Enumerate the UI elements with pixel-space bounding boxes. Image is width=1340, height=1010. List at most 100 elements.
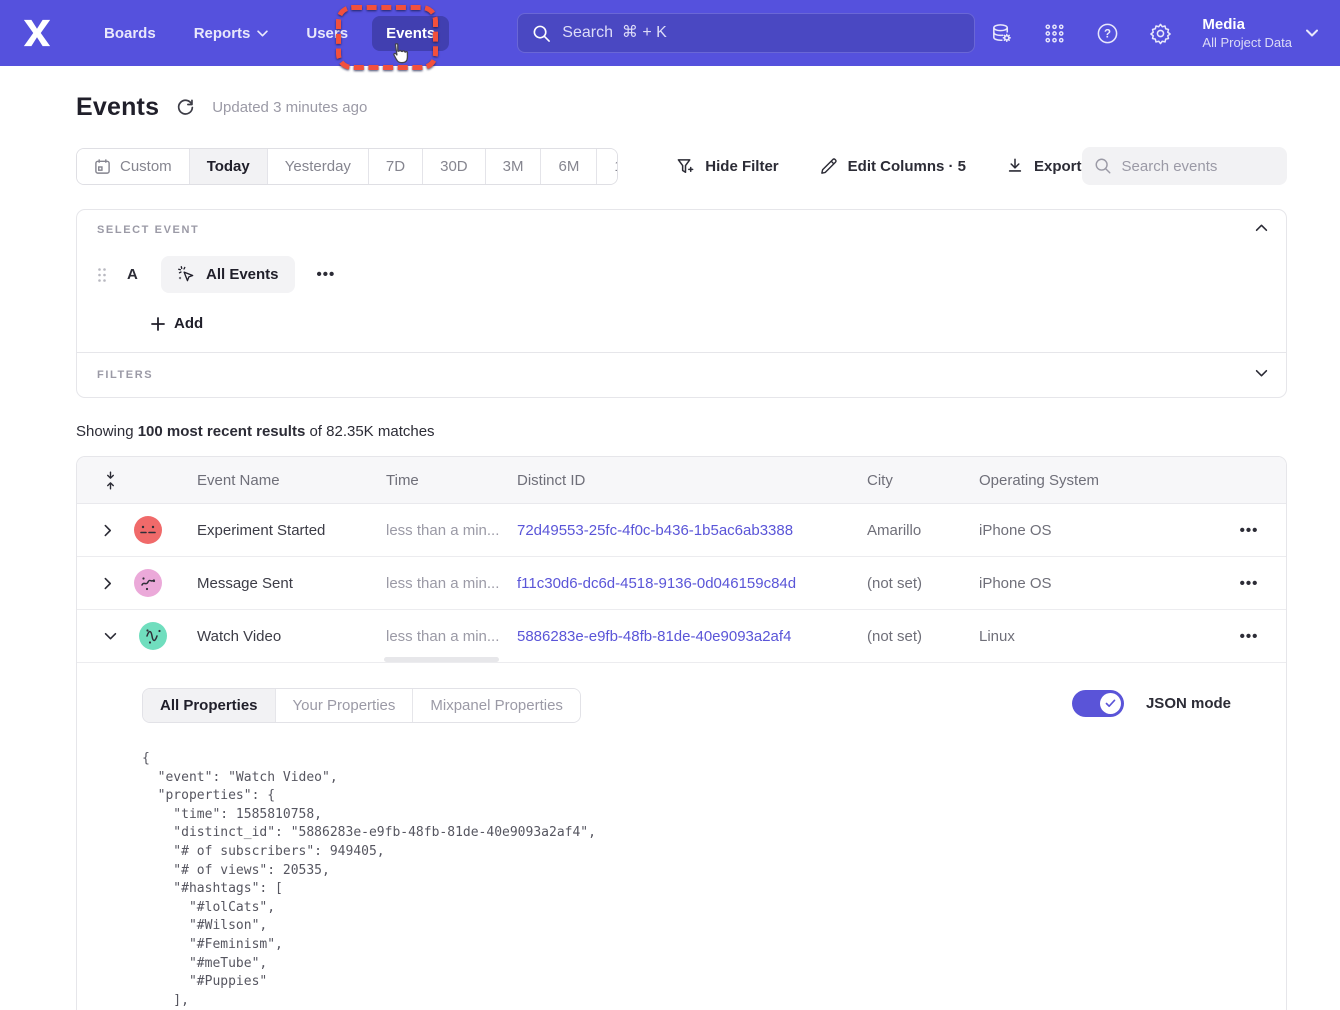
nav-item-reports[interactable]: Reports [180, 16, 283, 51]
row-more-options-icon[interactable]: ••• [1212, 628, 1286, 645]
chevron-down-icon[interactable] [1255, 369, 1268, 377]
tab-label: All Properties [160, 697, 258, 714]
project-scope: All Project Data [1202, 34, 1292, 51]
date-range-3m[interactable]: 3M [486, 149, 542, 184]
results-count: 100 most recent results [138, 423, 306, 440]
cell-event-name: Message Sent [197, 575, 386, 592]
cell-time: less than a min... [386, 522, 517, 539]
column-header-distinct-id[interactable]: Distinct ID [517, 472, 867, 489]
tab-your-properties[interactable]: Your Properties [276, 689, 414, 722]
column-header-time[interactable]: Time [386, 472, 517, 489]
event-json-viewer: { "event": "Watch Video", "properties": … [142, 750, 1266, 1010]
search-icon [532, 24, 551, 43]
cell-event-name: Experiment Started [197, 522, 386, 539]
settings-gear-icon[interactable] [1149, 22, 1172, 45]
add-event-button[interactable]: Add [151, 315, 203, 332]
date-range-6m[interactable]: 6M [541, 149, 597, 184]
page-title: Events [76, 93, 159, 122]
search-events-box[interactable] [1082, 147, 1287, 185]
edit-columns-label: Edit Columns · 5 [848, 158, 966, 175]
select-event-section: SELECT EVENT A [77, 210, 1286, 352]
tab-all-properties[interactable]: All Properties [143, 689, 276, 722]
cell-city: Amarillo [867, 522, 979, 539]
select-event-label: SELECT EVENT [97, 224, 1266, 236]
json-mode-toggle[interactable] [1072, 690, 1124, 717]
column-header-city[interactable]: City [867, 472, 979, 489]
event-row: A All Events ••• [97, 256, 1266, 293]
navbar-right: ? Media All Project Data [990, 15, 1318, 51]
date-range-yesterday[interactable]: Yesterday [268, 149, 369, 184]
mixpanel-logo-icon[interactable] [22, 18, 52, 48]
edit-columns-button[interactable]: Edit Columns · 5 [819, 157, 966, 176]
table-row-expanded[interactable]: Watch Video less than a min... 5886283e-… [77, 610, 1286, 663]
chevron-right-icon[interactable] [104, 524, 112, 537]
selected-event-label: All Events [206, 266, 279, 283]
hide-filter-button[interactable]: Hide Filter [676, 157, 778, 176]
row-more-options-icon[interactable]: ••• [1212, 522, 1286, 539]
table-row[interactable]: Message Sent less than a min... f11c30d6… [77, 557, 1286, 610]
top-navbar: Boards Reports Users Events [0, 0, 1340, 66]
cell-time: less than a min... [386, 628, 517, 645]
cell-distinct-id[interactable]: f11c30d6-dc6d-4518-9136-0d046159c84d [517, 575, 867, 592]
refresh-icon[interactable] [176, 98, 195, 117]
date-range-today[interactable]: Today [190, 149, 268, 184]
project-name: Media [1202, 15, 1292, 34]
nav-item-events[interactable]: Events [372, 16, 449, 51]
tab-mixpanel-properties[interactable]: Mixpanel Properties [413, 689, 580, 722]
last-updated-text: Updated 3 minutes ago [212, 99, 367, 116]
date-range-7d[interactable]: 7D [369, 149, 423, 184]
date-range-label: 7D [386, 158, 405, 175]
drag-handle-icon[interactable] [97, 267, 107, 283]
tab-label: Your Properties [293, 697, 396, 714]
filters-section: FILTERS [77, 353, 1286, 397]
events-table: Event Name Time Distinct ID City Operati… [76, 456, 1287, 1010]
global-search-input[interactable] [562, 24, 960, 42]
date-range-custom[interactable]: Custom [77, 149, 190, 184]
chevron-down-icon [1306, 29, 1318, 37]
query-builder-card: SELECT EVENT A [76, 209, 1287, 398]
event-avatar [139, 622, 167, 650]
collapse-rows-icon[interactable] [77, 471, 197, 490]
main-content: Events Updated 3 minutes ago Custom Toda… [0, 93, 1340, 1010]
chevron-down-icon [257, 30, 268, 37]
row-more-options-icon[interactable]: ••• [1212, 575, 1286, 592]
funnel-icon [676, 157, 695, 176]
cell-distinct-id[interactable]: 5886283e-e9fb-48fb-81de-40e9093a2af4 [517, 628, 867, 645]
filters-label: FILTERS [97, 369, 1266, 381]
nav-item-users[interactable]: Users [292, 16, 362, 51]
results-summary: Showing 100 most recent results of 82.35… [76, 423, 1287, 440]
chevron-up-icon[interactable] [1255, 224, 1268, 232]
results-prefix: Showing [76, 423, 138, 440]
chevron-right-icon[interactable] [104, 577, 112, 590]
project-switcher[interactable]: Media All Project Data [1202, 15, 1318, 51]
json-mode-control: JSON mode [1072, 690, 1231, 717]
data-management-icon[interactable] [990, 22, 1013, 45]
cell-event-name: Watch Video [197, 628, 386, 645]
apps-grid-icon[interactable] [1043, 22, 1066, 45]
event-detail-panel: All Properties Your Properties Mixpanel … [77, 663, 1286, 1010]
date-range-12m[interactable]: 12M [597, 149, 618, 184]
date-range-30d[interactable]: 30D [423, 149, 486, 184]
column-header-event-name[interactable]: Event Name [197, 472, 386, 489]
event-click-icon [177, 265, 196, 284]
tab-label: Mixpanel Properties [430, 697, 563, 714]
export-button[interactable]: Export [1006, 157, 1082, 175]
nav-item-boards[interactable]: Boards [90, 16, 170, 51]
global-search-bar[interactable] [517, 13, 975, 53]
event-avatar [134, 569, 162, 597]
date-range-label: Custom [120, 158, 172, 175]
table-header-row: Event Name Time Distinct ID City Operati… [77, 457, 1286, 504]
help-icon[interactable]: ? [1096, 22, 1119, 45]
column-header-os[interactable]: Operating System [979, 472, 1212, 489]
cell-city: (not set) [867, 628, 979, 645]
chevron-down-icon[interactable] [104, 632, 117, 640]
nav-item-label: Boards [104, 25, 156, 42]
table-row[interactable]: Experiment Started less than a min... 72… [77, 504, 1286, 557]
search-events-input[interactable] [1122, 158, 1275, 175]
cell-distinct-id[interactable]: 72d49553-25fc-4f0c-b436-1b5ac6ab3388 [517, 522, 867, 539]
cell-time: less than a min... [386, 575, 517, 592]
event-selector-pill[interactable]: All Events [161, 256, 295, 293]
download-icon [1006, 157, 1024, 175]
event-more-options-icon[interactable]: ••• [311, 262, 342, 287]
horizontal-scrollbar-thumb[interactable] [384, 657, 499, 662]
